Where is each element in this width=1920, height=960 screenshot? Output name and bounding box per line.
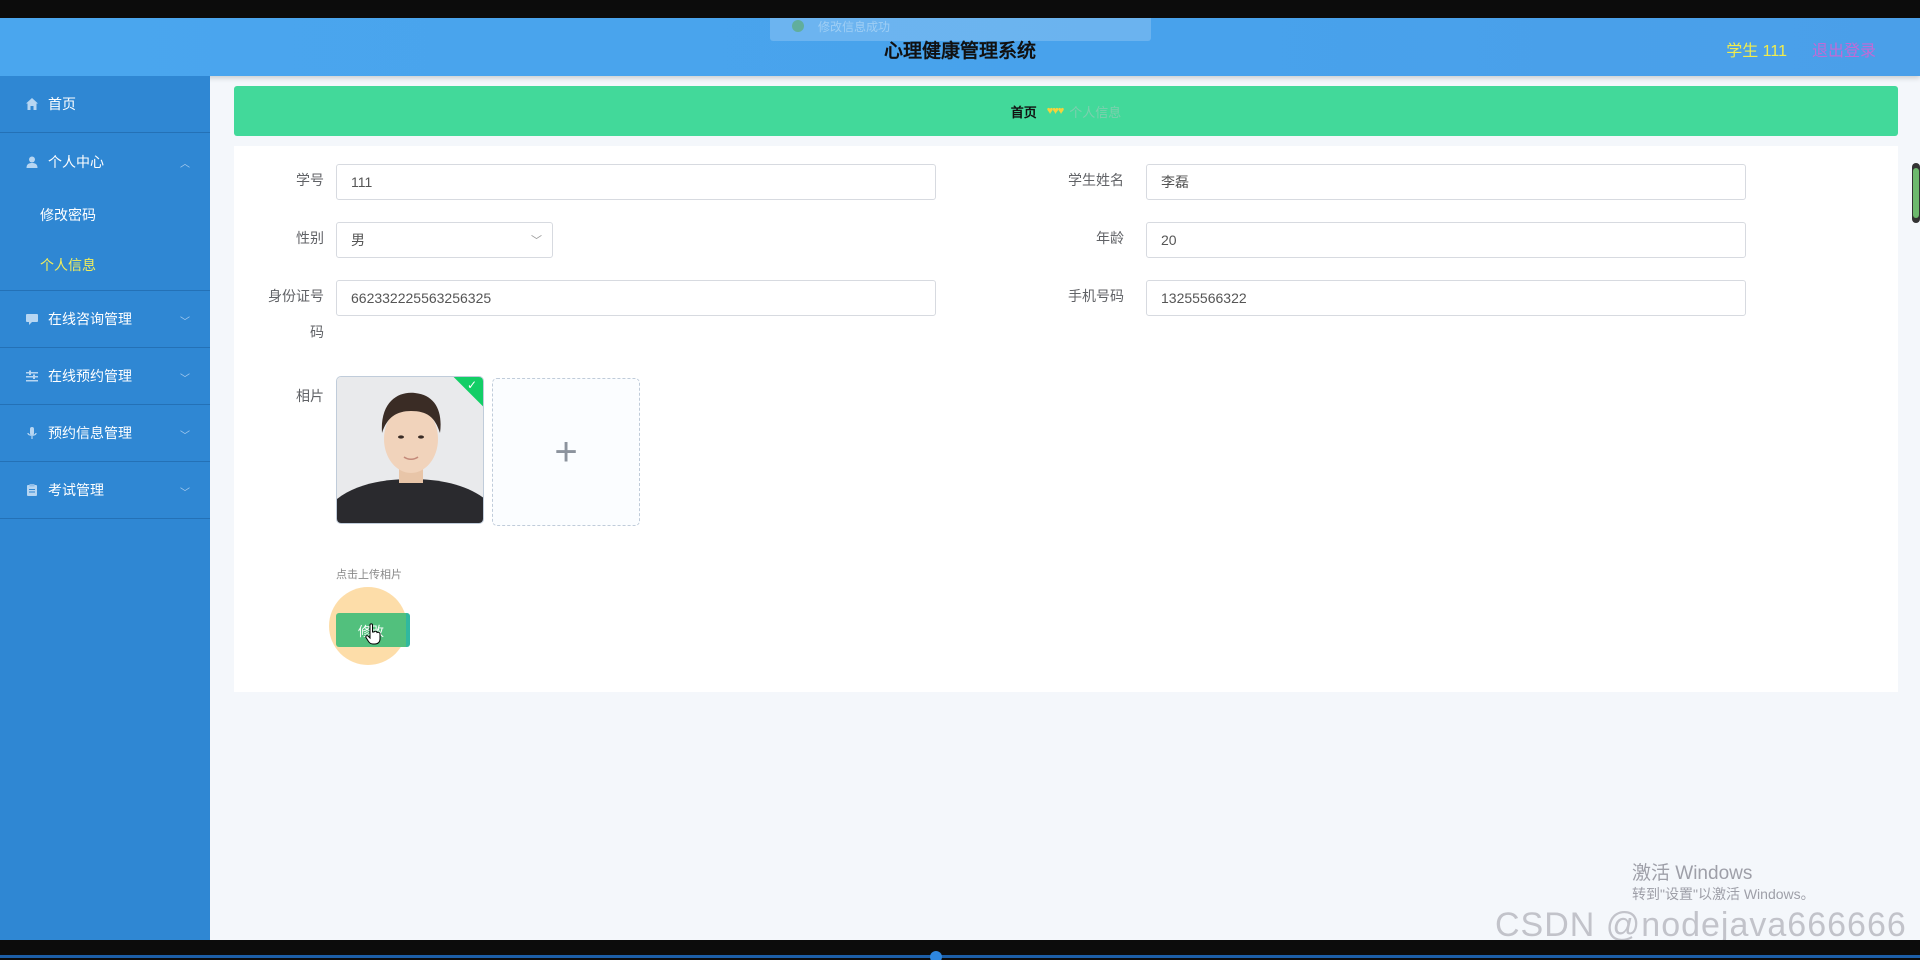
- logout-link[interactable]: 退出登录: [1812, 37, 1876, 61]
- check-icon: ✓: [466, 378, 477, 392]
- clipboard-icon: [24, 482, 40, 498]
- sidebar-item-label: 预约信息管理: [48, 425, 132, 441]
- scrollbar-thumb[interactable]: [1913, 168, 1919, 218]
- current-user-label: 学生 111: [1726, 43, 1787, 60]
- windows-activation-title: 激活 Windows: [1632, 863, 1753, 884]
- app-title: 心理健康管理系统: [883, 41, 1036, 62]
- gender-select[interactable]: 男 ﹀: [336, 222, 553, 258]
- sidebar-item-label: 个人中心: [48, 153, 104, 170]
- chevron-down-icon: ﹀: [180, 488, 190, 499]
- chevron-up-icon: ︿: [180, 159, 190, 170]
- sidebar-item-label: 在线咨询管理: [48, 311, 132, 327]
- sidebar-subitem-change-password[interactable]: 修改密码: [0, 190, 210, 240]
- video-progress-bar[interactable]: [0, 955, 1920, 958]
- phone-field[interactable]: 13255566322: [1146, 280, 1746, 316]
- age-label: 年龄: [1096, 230, 1124, 246]
- chat-icon: [24, 311, 40, 327]
- user-icon: [24, 154, 40, 170]
- top-header: 修改信息成功 心理健康管理系统 学生 111 退出登录: [0, 18, 1920, 76]
- id-card-label-wrap: 码: [310, 324, 324, 340]
- portrait-image: [337, 377, 483, 523]
- chevron-down-icon: ﹀: [180, 431, 190, 442]
- phone-label: 手机号码: [1068, 288, 1124, 304]
- sidebar-item-label: 考试管理: [48, 482, 104, 498]
- plus-icon: +: [554, 430, 578, 474]
- app-window: 修改信息成功 心理健康管理系统 学生 111 退出登录 首页 个人中心 ︿ 修改…: [0, 18, 1920, 940]
- main-content: 首页 ♥♥♥ 个人信息 学号 111 学生姓名 李磊 性别 男 ﹀ 年龄 20 …: [210, 76, 1920, 940]
- home-icon: [24, 96, 40, 112]
- sidebar-item-online-consult[interactable]: 在线咨询管理 ﹀: [0, 291, 210, 348]
- uploaded-photo[interactable]: ✓: [336, 376, 484, 524]
- hand-cursor-icon: [365, 623, 381, 645]
- sliders-icon: [24, 368, 40, 384]
- id-card-field[interactable]: 662332225563256325: [336, 280, 936, 316]
- sidebar-item-personal-center[interactable]: 个人中心 ︿: [0, 133, 210, 190]
- success-icon: [792, 20, 804, 32]
- windows-activation-subtitle: 转到"设置"以激活 Windows。: [1632, 886, 1815, 902]
- submenu-personal-center: 修改密码 个人信息: [0, 190, 210, 291]
- sidebar-item-home[interactable]: 首页: [0, 76, 210, 133]
- csdn-watermark: CSDN @nodejava666666: [1495, 906, 1907, 940]
- chevron-down-icon: ﹀: [180, 374, 190, 385]
- student-id-field[interactable]: 111: [336, 164, 936, 200]
- student-name-field[interactable]: 李磊: [1146, 164, 1746, 200]
- gender-value: 男: [351, 232, 365, 248]
- chevron-down-icon: ﹀: [180, 317, 190, 328]
- breadcrumb: 首页 ♥♥♥ 个人信息: [234, 86, 1898, 136]
- student-name-label: 学生姓名: [1068, 172, 1124, 188]
- chevron-down-icon: ﹀: [531, 235, 542, 247]
- sidebar-item-label: 首页: [48, 96, 76, 112]
- photo-label: 相片: [296, 388, 324, 404]
- video-progress-handle[interactable]: [930, 951, 942, 960]
- sidebar-item-label: 在线预约管理: [48, 368, 132, 384]
- breadcrumb-separator-icon: ♥♥♥: [1046, 105, 1065, 117]
- photo-upload-button[interactable]: +: [492, 378, 640, 526]
- toast-message: 修改信息成功: [818, 20, 891, 34]
- sidebar-subitem-personal-info[interactable]: 个人信息: [0, 240, 210, 290]
- profile-form: 学号 111 学生姓名 李磊 性别 男 ﹀ 年龄 20 身份证号 码 66233…: [234, 146, 1898, 692]
- breadcrumb-current: 个人信息: [1069, 104, 1122, 120]
- student-id-label: 学号: [296, 172, 324, 188]
- sidebar: 首页 个人中心 ︿ 修改密码 个人信息 在线咨询管理 ﹀ 在线预约管理 ﹀ 预约…: [0, 76, 210, 940]
- top-letterbox: [0, 0, 1920, 18]
- photo-upload-hint: 点击上传相片: [336, 569, 402, 581]
- sidebar-item-booking-info[interactable]: 预约信息管理 ﹀: [0, 405, 210, 462]
- sidebar-item-exam[interactable]: 考试管理 ﹀: [0, 462, 210, 519]
- mic-icon: [24, 425, 40, 441]
- breadcrumb-home[interactable]: 首页: [1011, 102, 1037, 121]
- sidebar-item-online-booking[interactable]: 在线预约管理 ﹀: [0, 348, 210, 405]
- gender-label: 性别: [296, 230, 324, 246]
- id-card-label: 身份证号: [268, 288, 324, 304]
- age-field[interactable]: 20: [1146, 222, 1746, 258]
